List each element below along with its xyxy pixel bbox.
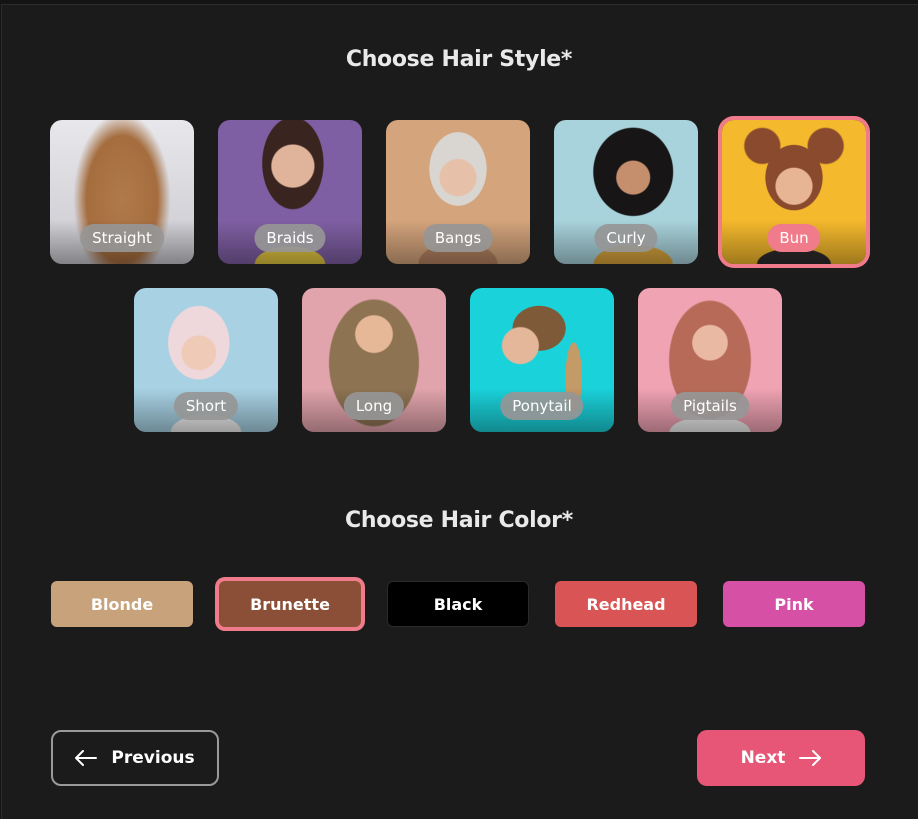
hair-style-option-short[interactable]: Short (134, 288, 278, 432)
hair-style-option-bun[interactable]: Bun (722, 120, 866, 264)
hair-style-option-pigtails[interactable]: Pigtails (638, 288, 782, 432)
hair-color-pink-button[interactable]: Pink (723, 581, 865, 627)
previous-label: Previous (111, 748, 195, 768)
option-label: Bun (767, 224, 821, 252)
option-label: Long (343, 392, 405, 420)
hair-style-option-bangs[interactable]: Bangs (386, 120, 530, 264)
option-label: Bangs (422, 224, 494, 252)
hair-color-heading: Choose Hair Color* (345, 508, 573, 533)
previous-button[interactable]: Previous (51, 730, 219, 786)
arrow-left-icon (75, 750, 98, 766)
hair-style-heading: Choose Hair Style* (345, 47, 573, 72)
hair-color-black-button[interactable]: Black (387, 581, 529, 627)
next-button[interactable]: Next (697, 730, 865, 786)
option-label: Straight (80, 224, 164, 252)
option-label: Braids (254, 224, 326, 252)
hair-style-option-long[interactable]: Long (302, 288, 446, 432)
hair-style-option-curly[interactable]: Curly (554, 120, 698, 264)
hair-color-brunette-button[interactable]: Brunette (219, 581, 361, 627)
option-label: Pigtails (671, 392, 749, 420)
hair-style-option-ponytail[interactable]: Ponytail (470, 288, 614, 432)
hair-style-option-braids[interactable]: Braids (218, 120, 362, 264)
hair-style-option-straight[interactable]: Straight (50, 120, 194, 264)
hair-color-redhead-button[interactable]: Redhead (555, 581, 697, 627)
option-label: Ponytail (500, 392, 584, 420)
arrow-right-icon (799, 750, 822, 766)
option-label: Short (173, 392, 239, 420)
option-label: Curly (594, 224, 658, 252)
next-label: Next (740, 748, 786, 768)
hair-color-blonde-button[interactable]: Blonde (51, 581, 193, 627)
